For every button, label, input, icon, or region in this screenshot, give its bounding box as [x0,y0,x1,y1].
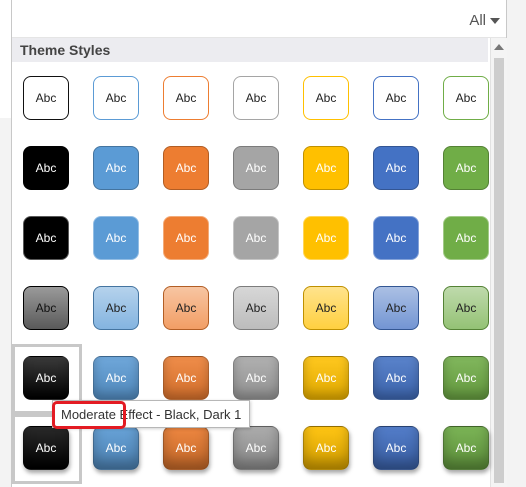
style-tile-intense-effect-gold[interactable]: Abc [303,426,349,470]
style-tile-label: Abc [105,91,127,105]
section-title: Theme Styles [20,42,111,58]
style-tile-intense-effect-green[interactable]: Abc [443,426,489,470]
style-tile-label: Abc [385,371,407,385]
style-tile-label: Abc [455,231,477,245]
style-tile-label: Abc [385,441,407,455]
style-tile-label: Abc [35,91,57,105]
style-tile-label: Abc [105,371,127,385]
style-tile-subtle-effect-gray[interactable]: Abc [233,286,279,330]
style-tile-moderate-effect-gold[interactable]: Abc [303,356,349,400]
style-tile-subtle-effect-black[interactable]: Abc [23,286,69,330]
style-tile-label: Abc [455,371,477,385]
style-tile-light-fill-black[interactable]: Abc [23,216,69,260]
style-tile-label: Abc [105,161,127,175]
style-tile-subtle-effect-blue[interactable]: Abc [93,286,139,330]
style-tile-label: Abc [315,91,337,105]
style-tile-colored-fill-blue[interactable]: Abc [93,146,139,190]
style-tile-label: Abc [175,371,197,385]
style-tile-colored-fill-green[interactable]: Abc [443,146,489,190]
style-tile-subtle-effect-orange[interactable]: Abc [163,286,209,330]
style-tile-colored-fill-gold[interactable]: Abc [303,146,349,190]
style-tile-intense-effect-gray[interactable]: Abc [233,426,279,470]
background-left-top [0,0,11,118]
style-tile-label: Abc [175,231,197,245]
style-tile-colored-outline-green[interactable]: Abc [443,76,489,120]
style-tile-light-fill-gold[interactable]: Abc [303,216,349,260]
style-tile-label: Abc [315,301,337,315]
style-tile-label: Abc [245,441,267,455]
style-tile-label: Abc [455,161,477,175]
style-tile-colored-outline-gray[interactable]: Abc [233,76,279,120]
style-tile-colored-outline-darkblue[interactable]: Abc [373,76,419,120]
style-tile-label: Abc [455,441,477,455]
style-tile-colored-outline-blue[interactable]: Abc [93,76,139,120]
style-tile-colored-outline-gold[interactable]: Abc [303,76,349,120]
chevron-down-icon [490,18,500,24]
style-tile-moderate-effect-gray[interactable]: Abc [233,356,279,400]
style-tile-moderate-effect-orange[interactable]: Abc [163,356,209,400]
style-tile-subtle-effect-gold[interactable]: Abc [303,286,349,330]
style-tile-label: Abc [175,441,197,455]
scrollbar[interactable] [490,38,507,487]
style-tile-label: Abc [385,161,407,175]
filter-dropdown[interactable]: All [469,12,500,29]
scrollbar-thumb[interactable] [494,58,504,483]
background-right [506,0,526,487]
style-tile-subtle-effect-green[interactable]: Abc [443,286,489,330]
style-tile-label: Abc [315,161,337,175]
style-tile-label: Abc [385,91,407,105]
style-tile-intense-effect-darkblue[interactable]: Abc [373,426,419,470]
style-tile-moderate-effect-green[interactable]: Abc [443,356,489,400]
style-tile-label: Abc [105,301,127,315]
style-tile-light-fill-gray[interactable]: Abc [233,216,279,260]
style-tile-label: Abc [385,301,407,315]
style-tile-label: Abc [315,231,337,245]
style-tile-moderate-effect-darkblue[interactable]: Abc [373,356,419,400]
style-tile-label: Abc [245,231,267,245]
style-tile-label: Abc [245,301,267,315]
style-tile-label: Abc [385,231,407,245]
style-tile-colored-outline-orange[interactable]: Abc [163,76,209,120]
style-tile-subtle-effect-darkblue[interactable]: Abc [373,286,419,330]
style-tile-intense-effect-orange[interactable]: Abc [163,426,209,470]
style-tile-label: Abc [105,441,127,455]
style-tile-colored-fill-darkblue[interactable]: Abc [373,146,419,190]
style-tile-colored-fill-black[interactable]: Abc [23,146,69,190]
filter-label: All [469,12,486,29]
style-tile-label: Abc [245,371,267,385]
style-tile-label: Abc [315,441,337,455]
style-tile-colored-outline-black[interactable]: Abc [23,76,69,120]
style-tile-label: Abc [315,371,337,385]
style-tile-label: Abc [35,231,57,245]
style-tile-colored-fill-orange[interactable]: Abc [163,146,209,190]
style-tile-light-fill-orange[interactable]: Abc [163,216,209,260]
style-tile-label: Abc [35,301,57,315]
section-header: Theme Styles [12,38,488,62]
style-tile-intense-effect-blue[interactable]: Abc [93,426,139,470]
style-tile-light-fill-blue[interactable]: Abc [93,216,139,260]
style-tile-label: Abc [245,161,267,175]
style-tile-label: Abc [455,91,477,105]
style-tile-light-fill-green[interactable]: Abc [443,216,489,260]
style-tile-label: Abc [35,161,57,175]
style-tile-light-fill-darkblue[interactable]: Abc [373,216,419,260]
style-tile-colored-fill-gray[interactable]: Abc [233,146,279,190]
tooltip-highlight-annotation [52,401,126,429]
style-tile-label: Abc [105,231,127,245]
style-tile-label: Abc [175,91,197,105]
scroll-up-icon[interactable] [494,44,504,50]
style-tile-label: Abc [175,161,197,175]
style-tile-label: Abc [175,301,197,315]
style-tile-moderate-effect-blue[interactable]: Abc [93,356,139,400]
style-tile-label: Abc [245,91,267,105]
style-tile-label: Abc [455,301,477,315]
gallery-topbar: All [12,0,506,38]
